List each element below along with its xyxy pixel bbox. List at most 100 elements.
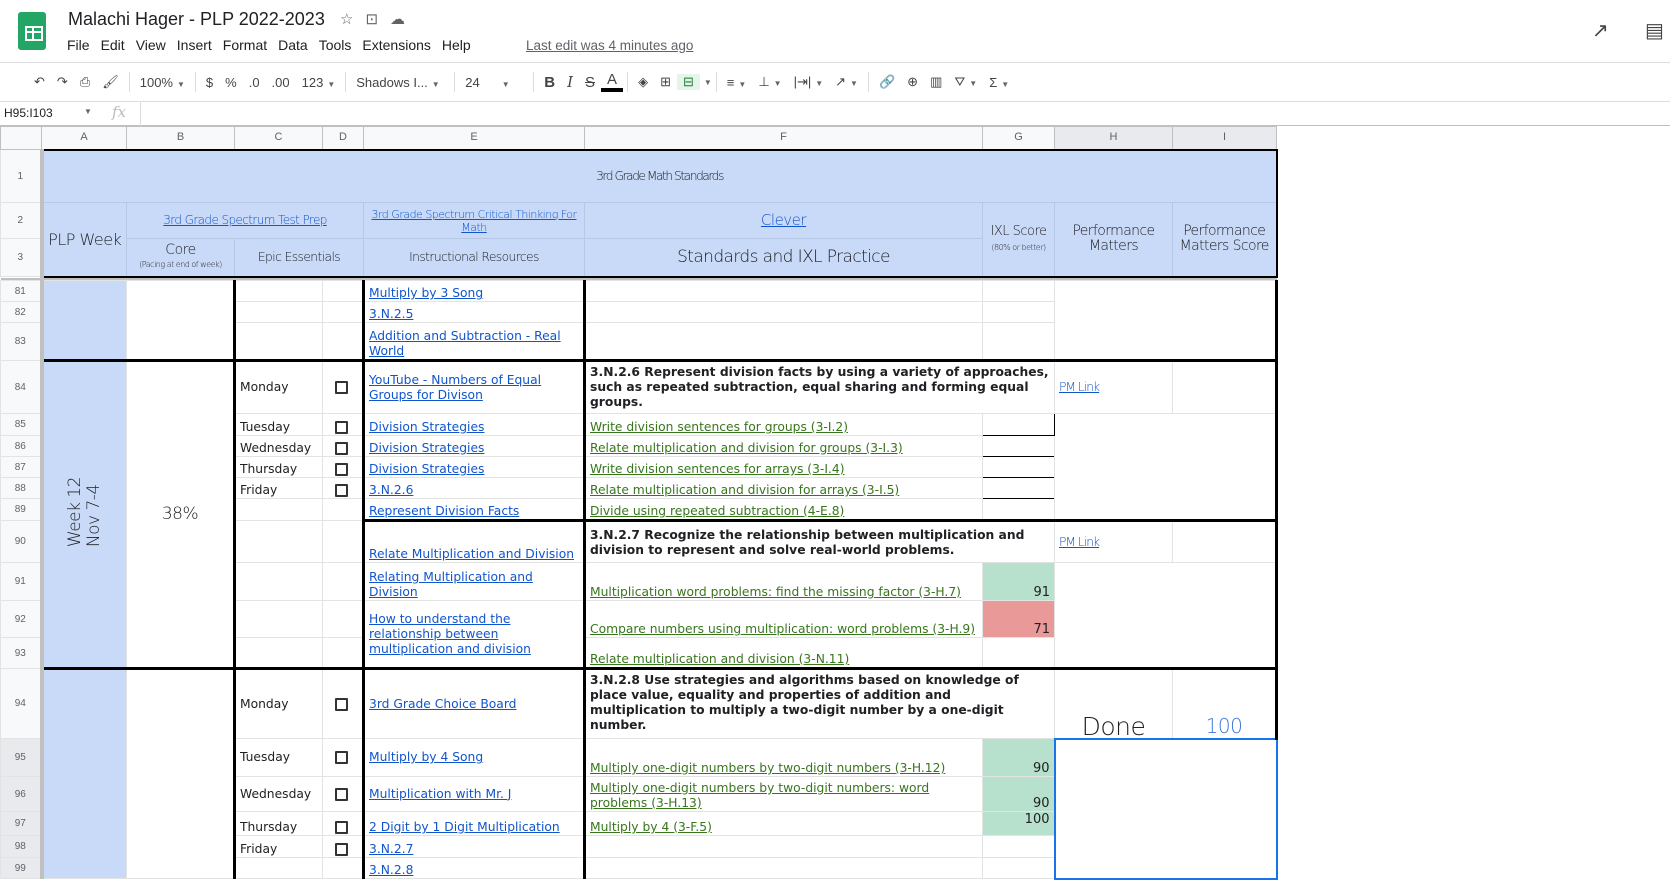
resource-cell[interactable]: 3.N.2.7 bbox=[363, 835, 586, 858]
menu-help[interactable]: Help bbox=[442, 37, 471, 53]
resource-cell[interactable]: Multiply by 4 Song bbox=[363, 738, 586, 777]
currency-button[interactable]: $ bbox=[200, 75, 219, 90]
day-cell[interactable] bbox=[234, 600, 323, 638]
column-header-a[interactable]: A bbox=[41, 126, 127, 150]
resource-link[interactable]: Represent Division Facts bbox=[369, 504, 519, 518]
score-cell[interactable]: 90 bbox=[982, 738, 1055, 777]
row-header[interactable]: 2 bbox=[0, 202, 44, 239]
resource-link[interactable]: Relating Multiplication and Division bbox=[369, 570, 533, 599]
pm-link[interactable]: PM Link bbox=[1054, 519, 1173, 563]
font-select[interactable]: Shadows I... ▼ bbox=[350, 75, 450, 90]
core-cell[interactable] bbox=[126, 667, 236, 879]
select-all-corner[interactable] bbox=[0, 126, 42, 150]
core-pacing-cell[interactable]: 38% bbox=[126, 359, 236, 669]
resource-link[interactable]: YouTube - Numbers of Equal Groups for Di… bbox=[369, 373, 541, 402]
resource-cell[interactable]: 3rd Grade Choice Board bbox=[363, 667, 586, 739]
ixl-skill-cell[interactable]: Multiplication word problems: find the m… bbox=[584, 562, 983, 601]
more-formats-button[interactable]: 123 ▼ bbox=[296, 75, 342, 90]
merge-dropdown-icon[interactable]: ▼ bbox=[704, 78, 712, 87]
italic-button[interactable]: I bbox=[561, 73, 579, 91]
resource-link[interactable]: Multiplication with Mr. J bbox=[369, 787, 511, 801]
resource-cell[interactable]: 3.N.2.6 bbox=[363, 477, 586, 499]
score-cell[interactable] bbox=[982, 857, 1055, 879]
score-cell[interactable] bbox=[982, 477, 1055, 499]
formula-input[interactable] bbox=[140, 102, 1640, 126]
checkbox-cell[interactable] bbox=[322, 301, 365, 323]
row-header[interactable]: 98 bbox=[0, 835, 44, 858]
checkbox[interactable] bbox=[335, 821, 348, 834]
pm-cell[interactable] bbox=[1054, 413, 1278, 521]
column-header-g[interactable]: G bbox=[982, 126, 1055, 150]
standard-cell[interactable] bbox=[584, 280, 983, 302]
day-cell[interactable]: Monday bbox=[234, 359, 323, 414]
checkbox-cell[interactable] bbox=[322, 857, 365, 879]
day-cell[interactable]: Thursday bbox=[234, 456, 323, 478]
checkbox-cell[interactable] bbox=[322, 435, 365, 457]
paint-format-icon[interactable]: 🖌 bbox=[96, 74, 125, 90]
standard-cell[interactable] bbox=[584, 301, 983, 323]
increase-decimal-button[interactable]: .00 bbox=[266, 75, 296, 90]
ixl-skill-link[interactable]: Compare numbers using multiplication: wo… bbox=[590, 622, 975, 636]
checkbox-cell[interactable] bbox=[322, 413, 365, 436]
checkbox-cell[interactable] bbox=[322, 280, 365, 302]
ixl-skill-link[interactable]: Relate multiplication and division (3-N.… bbox=[590, 652, 849, 666]
name-box[interactable]: H95:I103 bbox=[4, 106, 53, 120]
checkbox[interactable] bbox=[335, 751, 348, 764]
ixl-skill-link[interactable]: Relate multiplication and division for g… bbox=[590, 441, 903, 455]
row-header[interactable]: 89 bbox=[0, 498, 44, 521]
score-cell[interactable]: 71 bbox=[982, 600, 1055, 638]
checkbox-cell[interactable] bbox=[322, 738, 365, 777]
text-wrap-icon[interactable]: |⇥| ▼ bbox=[788, 74, 830, 90]
resource-cell[interactable]: YouTube - Numbers of Equal Groups for Di… bbox=[363, 359, 586, 414]
ixl-skill-link[interactable]: Multiplication word problems: find the m… bbox=[590, 585, 961, 599]
row-header[interactable]: 1 bbox=[0, 149, 44, 203]
score-cell[interactable]: 91 bbox=[982, 562, 1055, 601]
ixl-skill-cell[interactable]: Relate multiplication and division for g… bbox=[584, 435, 983, 457]
row-header[interactable]: 94 bbox=[0, 668, 44, 739]
day-cell[interactable]: Friday bbox=[234, 835, 323, 858]
sheets-logo-icon[interactable] bbox=[18, 12, 46, 50]
resource-link[interactable]: Division Strategies bbox=[369, 441, 484, 455]
resource-cell[interactable]: Division Strategies bbox=[363, 413, 586, 436]
menu-data[interactable]: Data bbox=[278, 37, 308, 53]
move-folder-icon[interactable]: ⊡ bbox=[365, 10, 378, 28]
checkbox-cell[interactable] bbox=[322, 498, 365, 521]
row-header[interactable]: 83 bbox=[0, 322, 44, 361]
functions-icon[interactable]: Σ ▼ bbox=[983, 75, 1015, 90]
insert-link-icon[interactable]: 🔗 bbox=[873, 74, 901, 90]
resource-cell[interactable]: Multiply by 3 Song bbox=[363, 280, 586, 302]
checkbox[interactable] bbox=[335, 442, 348, 455]
resource-cell[interactable]: Multiplication with Mr. J bbox=[363, 776, 586, 812]
resource-link[interactable]: 3rd Grade Choice Board bbox=[369, 697, 516, 711]
checkbox[interactable] bbox=[335, 463, 348, 476]
score-cell[interactable] bbox=[982, 498, 1055, 521]
checkbox-cell[interactable] bbox=[322, 776, 365, 812]
text-color-button[interactable]: A bbox=[601, 72, 624, 92]
pm-status[interactable]: Done bbox=[1054, 667, 1173, 739]
resource-cell[interactable]: 3.N.2.5 bbox=[363, 301, 586, 323]
fill-color-icon[interactable]: ◈ bbox=[632, 74, 654, 90]
resource-cell[interactable]: Relating Multiplication and Division bbox=[363, 562, 586, 601]
checkbox-cell[interactable] bbox=[322, 600, 365, 638]
row-header[interactable]: 81 bbox=[0, 280, 44, 302]
ixl-skill-link[interactable]: Multiply by 4 (3-F.5) bbox=[590, 820, 712, 834]
day-cell[interactable]: Friday bbox=[234, 477, 323, 499]
standard-description[interactable]: 3.N.2.6 Represent division facts by usin… bbox=[584, 359, 1055, 414]
checkbox-cell[interactable] bbox=[322, 562, 365, 601]
score-cell[interactable]: 100 bbox=[982, 811, 1055, 836]
column-header-i[interactable]: I bbox=[1172, 126, 1277, 150]
checkbox[interactable] bbox=[335, 381, 348, 394]
resource-cell[interactable]: 3.N.2.8 bbox=[363, 857, 586, 879]
merge-cells-icon[interactable]: ⊟ bbox=[676, 74, 700, 90]
resource-link[interactable]: 3.N.2.7 bbox=[369, 842, 413, 856]
spectrum-test-prep-link[interactable]: 3rd Grade Spectrum Test Prep bbox=[126, 202, 364, 239]
score-cell[interactable] bbox=[982, 637, 1055, 669]
ixl-skill-cell[interactable]: Relate multiplication and division for a… bbox=[584, 477, 983, 499]
row-header[interactable]: 96 bbox=[0, 776, 44, 812]
menu-view[interactable]: View bbox=[136, 37, 166, 53]
checkbox-cell[interactable] bbox=[322, 811, 365, 836]
zoom-select[interactable]: 100% ▼ bbox=[134, 75, 191, 90]
pm-cell[interactable] bbox=[1054, 562, 1278, 669]
ixl-skill-link[interactable]: Write division sentences for arrays (3-I… bbox=[590, 462, 845, 476]
row-header[interactable]: 92 bbox=[0, 600, 44, 638]
